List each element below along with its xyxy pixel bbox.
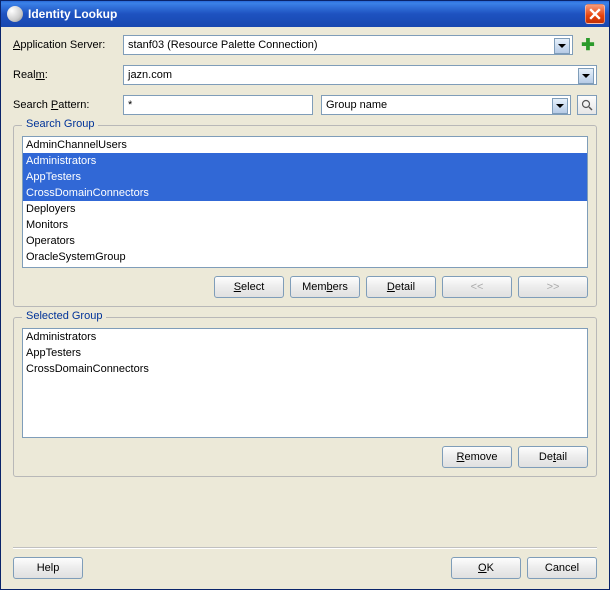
app-server-select[interactable]: stanf03 (Resource Palette Connection) <box>123 35 573 55</box>
prev-page-button: << <box>442 276 512 298</box>
list-item[interactable]: Administrators <box>23 329 587 345</box>
list-item[interactable]: AppTesters <box>23 169 587 185</box>
search-pattern-row: Search Pattern: * Group name <box>13 95 597 115</box>
search-group-listbox[interactable]: AdminChannelUsersAdministratorsAppTester… <box>22 136 588 268</box>
close-icon <box>589 8 601 20</box>
chevron-down-icon <box>556 104 564 108</box>
realm-select[interactable]: jazn.com <box>123 65 597 85</box>
realm-label: Realm: <box>13 69 123 81</box>
realm-row: Realm: jazn.com <box>13 65 597 85</box>
selected-group-legend: Selected Group <box>22 310 106 322</box>
selected-group-fieldset: Selected Group AdministratorsAppTestersC… <box>13 317 597 477</box>
next-page-button: >> <box>518 276 588 298</box>
search-criteria-select[interactable]: Group name <box>321 95 571 115</box>
remove-button[interactable]: Remove <box>442 446 512 468</box>
search-group-legend: Search Group <box>22 118 98 130</box>
app-server-value: stanf03 (Resource Palette Connection) <box>128 37 318 53</box>
close-button[interactable] <box>585 4 605 24</box>
app-server-row: Application Server: stanf03 (Resource Pa… <box>13 35 597 55</box>
search-pattern-label: Search Pattern: <box>13 99 123 111</box>
dialog-footer: Help OK Cancel <box>13 557 597 579</box>
list-item[interactable]: Deployers <box>23 201 587 217</box>
search-criteria-value: Group name <box>326 97 387 113</box>
cancel-button[interactable]: Cancel <box>527 557 597 579</box>
footer-divider <box>13 547 597 549</box>
app-icon <box>7 6 23 22</box>
search-pattern-value: * <box>128 97 132 113</box>
list-item[interactable]: CrossDomainConnectors <box>23 185 587 201</box>
search-pattern-input[interactable]: * <box>123 95 313 115</box>
window-title: Identity Lookup <box>28 7 585 21</box>
add-server-button[interactable]: ✚ <box>579 36 597 54</box>
search-group-fieldset: Search Group AdminChannelUsersAdministra… <box>13 125 597 307</box>
list-item[interactable]: AppTesters <box>23 345 587 361</box>
list-item[interactable]: Administrators <box>23 153 587 169</box>
detail-button[interactable]: Detail <box>366 276 436 298</box>
selected-detail-button[interactable]: Detail <box>518 446 588 468</box>
chevron-down-icon <box>582 74 590 78</box>
ok-button[interactable]: OK <box>451 557 521 579</box>
help-button[interactable]: Help <box>13 557 83 579</box>
list-item[interactable]: Operators <box>23 233 587 249</box>
search-icon <box>581 99 593 111</box>
realm-value: jazn.com <box>128 67 172 83</box>
chevron-down-icon <box>558 44 566 48</box>
search-button[interactable] <box>577 95 597 115</box>
dialog-window: Identity Lookup Application Server: stan… <box>0 0 610 590</box>
search-group-buttons: Select Members Detail << >> <box>22 276 588 298</box>
selected-group-buttons: Remove Detail <box>22 446 588 468</box>
selected-group-listbox[interactable]: AdministratorsAppTestersCrossDomainConne… <box>22 328 588 438</box>
list-item[interactable]: CrossDomainConnectors <box>23 361 587 377</box>
list-item[interactable]: AdminChannelUsers <box>23 137 587 153</box>
plus-icon: ✚ <box>581 35 594 55</box>
app-server-label: Application Server: <box>13 39 123 51</box>
titlebar: Identity Lookup <box>1 1 609 27</box>
list-item[interactable]: OracleSystemGroup <box>23 249 587 265</box>
list-item[interactable]: Monitors <box>23 217 587 233</box>
members-button[interactable]: Members <box>290 276 360 298</box>
select-button[interactable]: Select <box>214 276 284 298</box>
